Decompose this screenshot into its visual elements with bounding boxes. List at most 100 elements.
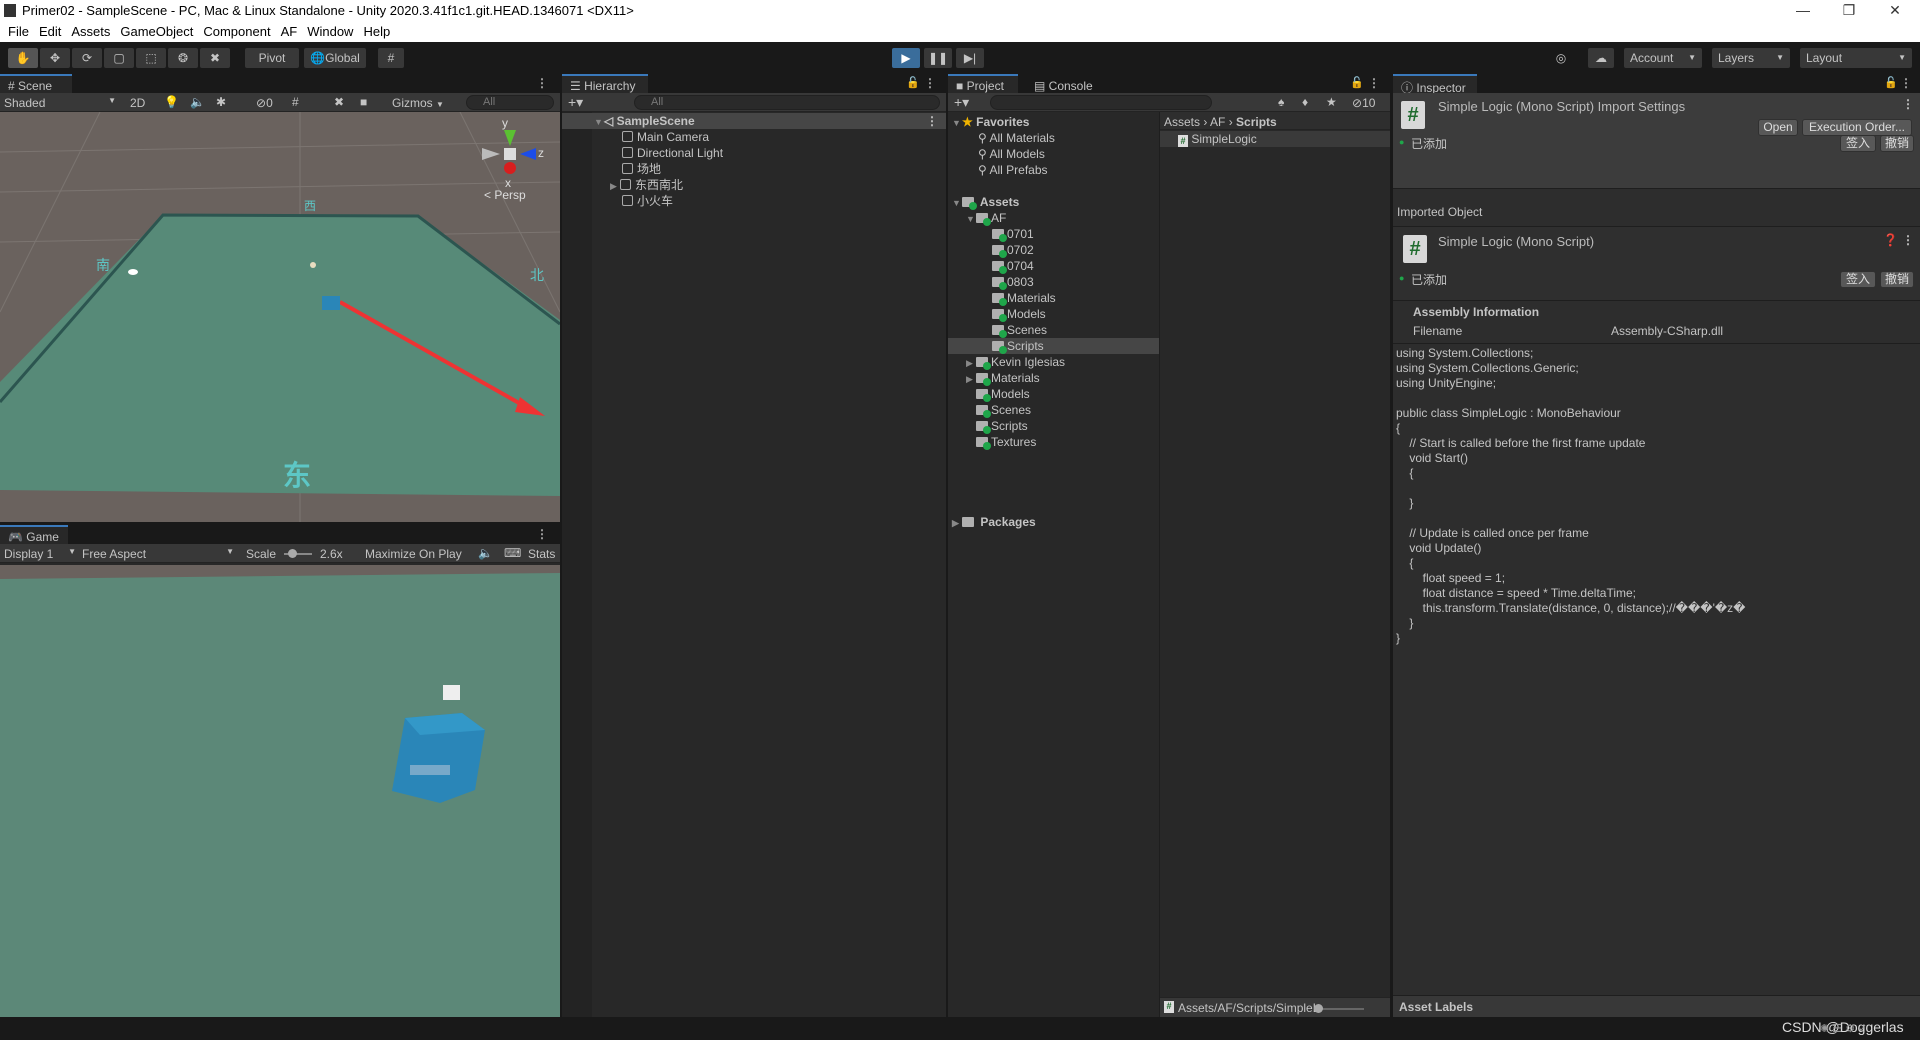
layout-dropdown[interactable]: Layout ▼: [1800, 48, 1912, 68]
account-dropdown[interactable]: Account ▼: [1624, 48, 1702, 68]
checkin-button[interactable]: 签入: [1840, 271, 1876, 288]
folder-row[interactable]: Scripts: [948, 418, 1159, 434]
more-icon[interactable]: ⋮: [1902, 97, 1914, 111]
tab-console[interactable]: ▤ Console: [1026, 74, 1106, 93]
menu-af[interactable]: AF: [277, 22, 304, 42]
breadcrumb-assets[interactable]: Assets: [1164, 115, 1200, 129]
project-search-input[interactable]: [990, 95, 1212, 110]
custom-tool-icon[interactable]: ✖: [200, 48, 230, 68]
favorite-item[interactable]: ⚲ All Materials: [948, 130, 1159, 146]
revert-button[interactable]: 撤销: [1880, 135, 1914, 152]
folder-row[interactable]: 0704: [948, 258, 1159, 274]
breadcrumb-scripts[interactable]: Scripts: [1236, 115, 1277, 129]
checkin-button[interactable]: 签入: [1840, 135, 1876, 152]
effects-icon[interactable]: ✱: [216, 95, 226, 109]
display-dropdown[interactable]: Display 1 ▼: [4, 547, 76, 561]
move-tool-icon[interactable]: ✥: [40, 48, 70, 68]
hierarchy-item[interactable]: ▶ 东西南北: [562, 177, 946, 193]
mute-audio-icon[interactable]: 🔈: [478, 546, 493, 560]
scene-search-input[interactable]: All: [466, 95, 554, 110]
stats-toggle[interactable]: Stats: [528, 547, 555, 561]
menu-component[interactable]: Component: [199, 22, 276, 42]
folder-row[interactable]: 0701: [948, 226, 1159, 242]
2d-toggle[interactable]: 2D: [130, 96, 145, 110]
hand-tool-icon[interactable]: ✋: [8, 48, 38, 68]
favorite-item[interactable]: ⚲ All Models: [948, 146, 1159, 162]
more-icon[interactable]: ⋮: [536, 76, 548, 90]
minimize-button[interactable]: —: [1788, 2, 1818, 18]
keyboard-icon[interactable]: ⌨: [504, 546, 521, 560]
execution-order-button[interactable]: Execution Order...: [1802, 119, 1912, 136]
tab-scene[interactable]: # Scene: [0, 74, 72, 93]
status-icons[interactable]: ✺ ☰ ⚙ ✓: [1820, 1022, 1867, 1035]
scale-slider[interactable]: [284, 549, 312, 558]
play-button[interactable]: ▶: [892, 48, 920, 68]
file-item[interactable]: # SimpleLogic: [1160, 131, 1390, 147]
packages-row[interactable]: ▶ Packages: [948, 514, 1159, 530]
hierarchy-item[interactable]: Main Camera: [562, 129, 946, 145]
scale-tool-icon[interactable]: ▢: [104, 48, 134, 68]
menu-file[interactable]: File: [4, 22, 35, 42]
folder-row[interactable]: Textures: [948, 434, 1159, 450]
menu-edit[interactable]: Edit: [35, 22, 67, 42]
persp-label[interactable]: < Persp: [484, 188, 526, 202]
hierarchy-item[interactable]: 小火车: [562, 193, 946, 209]
folder-row[interactable]: ▼ AF: [948, 210, 1159, 226]
shading-dropdown[interactable]: Shaded ▼: [4, 96, 116, 110]
scale-slider-thumb[interactable]: [288, 549, 298, 558]
hierarchy-item[interactable]: Directional Light: [562, 145, 946, 161]
audio-icon[interactable]: 🔈: [190, 95, 205, 109]
expand-arrow-icon[interactable]: ▶: [610, 178, 620, 194]
rotate-tool-icon[interactable]: ⟳: [72, 48, 102, 68]
menu-window[interactable]: Window: [303, 22, 359, 42]
more-icon[interactable]: ⋮: [536, 527, 548, 541]
open-button[interactable]: Open: [1758, 119, 1798, 136]
filter-label-icon[interactable]: ♦: [1302, 95, 1308, 109]
global-toggle[interactable]: 🌐Global: [304, 48, 366, 68]
camera-icon[interactable]: ■: [360, 95, 367, 109]
assets-row[interactable]: ▼ Assets: [948, 194, 1159, 210]
grid-icon[interactable]: #: [292, 95, 299, 109]
more-icon[interactable]: ⋮: [926, 113, 938, 129]
cloud-icon[interactable]: ☁: [1588, 48, 1614, 68]
menu-help[interactable]: Help: [359, 22, 396, 42]
folder-row[interactable]: ▶ Materials: [948, 370, 1159, 386]
rect-tool-icon[interactable]: ⬚: [136, 48, 166, 68]
aspect-dropdown[interactable]: Free Aspect ▼: [82, 547, 234, 561]
maximize-button[interactable]: ❐: [1834, 2, 1864, 19]
tab-project[interactable]: ■ Project: [948, 74, 1018, 93]
more-icon[interactable]: ⋮: [1368, 76, 1380, 90]
more-icon[interactable]: ⋮: [1902, 233, 1914, 247]
visibility-toggle[interactable]: ⊘0: [256, 96, 273, 110]
folder-row[interactable]: 0702: [948, 242, 1159, 258]
tab-hierarchy[interactable]: ☰ Hierarchy: [562, 74, 648, 93]
close-button[interactable]: ✕: [1880, 2, 1910, 19]
lock-icon[interactable]: 🔓: [1884, 76, 1898, 89]
menu-assets[interactable]: Assets: [67, 22, 116, 42]
layers-dropdown[interactable]: Layers ▼: [1712, 48, 1790, 68]
collab-icon[interactable]: ◎: [1548, 48, 1574, 68]
scene-view[interactable]: 东 西 南 北 y z x < Persp: [0, 112, 560, 522]
folder-row[interactable]: Models: [948, 306, 1159, 322]
transform-tool-icon[interactable]: ❂: [168, 48, 198, 68]
filter-type-icon[interactable]: ♠: [1278, 95, 1284, 109]
game-view[interactable]: [0, 565, 560, 1017]
hidden-packages-toggle[interactable]: ⊘10: [1352, 96, 1375, 110]
add-icon[interactable]: +▾: [568, 94, 583, 111]
hierarchy-search-input[interactable]: All: [634, 95, 940, 110]
favorite-star-icon[interactable]: ★: [1326, 95, 1337, 109]
icon-size-slider[interactable]: [1314, 1004, 1364, 1013]
folder-row[interactable]: Scripts: [948, 338, 1159, 354]
breadcrumb-af[interactable]: AF: [1210, 115, 1225, 129]
lock-icon[interactable]: 🔓: [906, 76, 920, 89]
folder-row[interactable]: Models: [948, 386, 1159, 402]
tools-icon[interactable]: ✖: [334, 95, 344, 109]
tab-inspector[interactable]: ⓘ Inspector: [1393, 74, 1477, 95]
hierarchy-item[interactable]: 场地: [562, 161, 946, 177]
pause-button[interactable]: ❚❚: [924, 48, 952, 68]
step-button[interactable]: ▶|: [956, 48, 984, 68]
add-icon[interactable]: +▾: [954, 94, 969, 111]
help-icon[interactable]: ❓: [1883, 233, 1898, 247]
tab-game[interactable]: 🎮 Game: [0, 525, 68, 544]
folder-row[interactable]: 0803: [948, 274, 1159, 290]
